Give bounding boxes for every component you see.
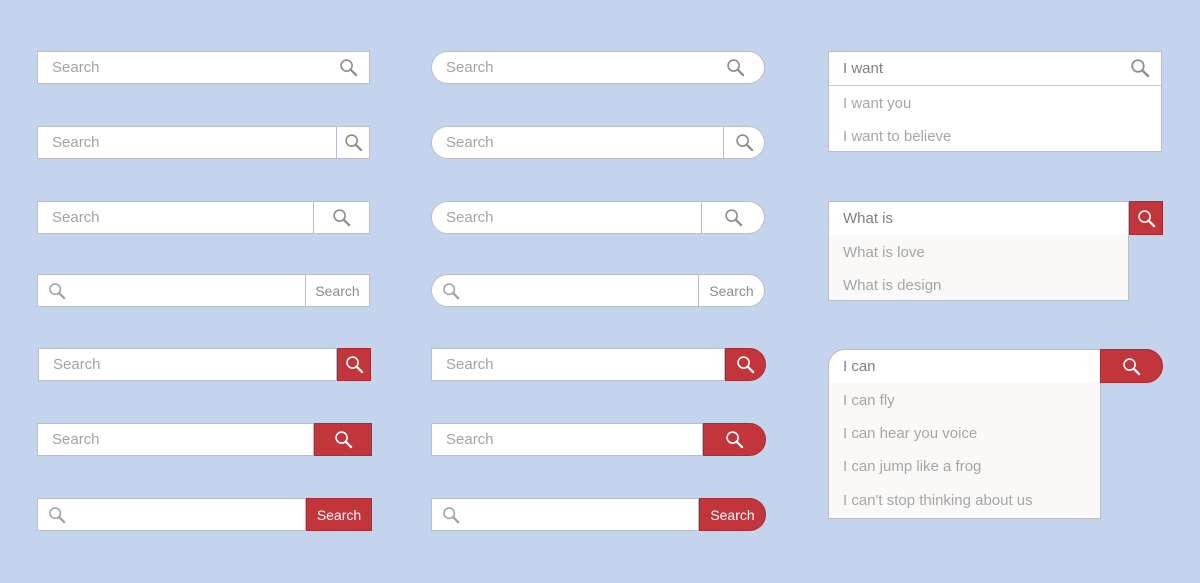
autocomplete-query: I want [843, 60, 884, 78]
search-input[interactable]: Search [431, 423, 703, 456]
search-input[interactable]: Search [431, 348, 725, 381]
search-input[interactable]: Search [37, 423, 314, 456]
search-icon [344, 133, 363, 152]
search-placeholder: Search [52, 134, 100, 151]
search-bar-pill-red-text-button: Search [431, 498, 766, 531]
search-button[interactable] [1100, 349, 1163, 383]
suggestion-item[interactable]: I can fly [829, 383, 1100, 416]
search-placeholder: Search [52, 431, 100, 448]
search-input[interactable]: Search [431, 126, 724, 159]
search-icon [1122, 357, 1141, 376]
search-button[interactable]: Search [306, 274, 370, 307]
autocomplete-what-is: What is What is love What is design [828, 201, 1129, 301]
search-input[interactable] [431, 498, 699, 531]
search-input[interactable]: Search [37, 126, 337, 159]
search-icon [442, 506, 460, 524]
search-placeholder: Search [52, 59, 100, 76]
search-icon [736, 355, 755, 374]
search-input[interactable]: Search [37, 201, 314, 234]
suggestion-item[interactable]: I want you [829, 86, 1161, 119]
suggestion-label: I want you [843, 94, 912, 112]
search-button[interactable] [725, 348, 766, 381]
search-button[interactable] [337, 126, 370, 159]
search-icon[interactable] [726, 58, 745, 77]
search-icon [442, 282, 460, 300]
search-icon [725, 430, 744, 449]
search-bar-rect-red-text-button: Search [37, 498, 372, 531]
search-button[interactable] [724, 126, 765, 159]
search-input[interactable] [37, 274, 306, 307]
search-button[interactable]: Search [699, 498, 766, 531]
search-bar-rect-red-icon-button: Search [38, 348, 371, 381]
search-button[interactable] [337, 348, 371, 381]
search-bar-rect-red-wide-button: Search [37, 423, 372, 456]
search-bar-rect-icon-button: Search [37, 126, 370, 159]
search-button[interactable]: Search [306, 498, 372, 531]
search-icon [48, 506, 66, 524]
search-icon [1137, 209, 1156, 228]
search-bar-pill-red-icon-button: Search [431, 348, 766, 381]
search-icon[interactable] [1130, 58, 1150, 78]
suggestion-item[interactable]: I want to believe [829, 120, 1161, 153]
search-placeholder: Search [446, 134, 494, 151]
search-placeholder: Search [52, 209, 100, 226]
search-button-label: Search [710, 506, 755, 523]
suggestion-label: What is love [843, 243, 925, 261]
search-bar-rect-inline-icon: Search [37, 51, 370, 84]
suggestion-item[interactable]: I can hear you voice [829, 417, 1100, 450]
search-bar-pill-inline-icon: Search [431, 51, 765, 84]
autocomplete-input[interactable]: I want [829, 52, 1161, 87]
search-icon [724, 208, 743, 227]
suggestion-item[interactable]: I can jump like a frog [829, 450, 1100, 483]
suggestion-label: I can jump like a frog [843, 458, 982, 476]
search-input[interactable]: Search [431, 201, 702, 234]
search-icon [735, 133, 754, 152]
search-placeholder: Search [446, 59, 494, 76]
search-placeholder: Search [446, 431, 494, 448]
search-placeholder: Search [446, 356, 494, 373]
autocomplete-query: I can [843, 358, 876, 376]
suggestion-label: I can fly [843, 391, 895, 409]
search-button[interactable] [314, 423, 372, 456]
search-bar-pill-icon-button: Search [431, 126, 765, 159]
search-button-label: Search [709, 282, 754, 299]
suggestion-item[interactable]: What is design [829, 269, 1128, 302]
suggestion-label: I can hear you voice [843, 424, 978, 442]
search-button[interactable] [702, 201, 765, 234]
autocomplete-query: What is [843, 210, 894, 228]
autocomplete-input[interactable]: I can [829, 350, 1100, 384]
autocomplete-i-want: I want I want you I want to believe [828, 51, 1162, 152]
search-icon [345, 355, 364, 374]
search-input[interactable]: Search [431, 51, 765, 84]
search-bar-pill-wide-icon-button: Search [431, 201, 765, 234]
search-button-label: Search [316, 506, 362, 523]
search-button[interactable]: Search [699, 274, 765, 307]
search-bar-rect-wide-icon-button: Search [37, 201, 370, 234]
search-icon [48, 282, 66, 300]
suggestion-label: I can't stop thinking about us [843, 491, 1033, 509]
search-button[interactable] [1129, 201, 1163, 235]
suggestion-label: I want to believe [843, 127, 952, 145]
search-placeholder: Search [446, 209, 494, 226]
search-icon [332, 208, 351, 227]
search-bar-pill-text-button: Search [431, 274, 765, 307]
search-placeholder: Search [53, 356, 101, 373]
search-button[interactable] [703, 423, 766, 456]
search-bar-pill-red-wide-button: Search [431, 423, 766, 456]
search-icon[interactable] [339, 58, 358, 77]
search-input[interactable] [37, 498, 306, 531]
suggestion-item[interactable]: I can't stop thinking about us [829, 484, 1100, 517]
search-input[interactable]: Search [38, 348, 337, 381]
search-icon [334, 430, 353, 449]
autocomplete-i-can: I can I can fly I can hear you voice I c… [828, 349, 1101, 519]
search-button-label: Search [315, 282, 360, 299]
search-input[interactable] [431, 274, 699, 307]
autocomplete-input[interactable]: What is [829, 202, 1128, 236]
search-input[interactable]: Search [37, 51, 370, 84]
search-bar-rect-text-button: Search [37, 274, 370, 307]
search-button[interactable] [314, 201, 370, 234]
suggestion-item[interactable]: What is love [829, 235, 1128, 268]
suggestion-label: What is design [843, 276, 942, 294]
